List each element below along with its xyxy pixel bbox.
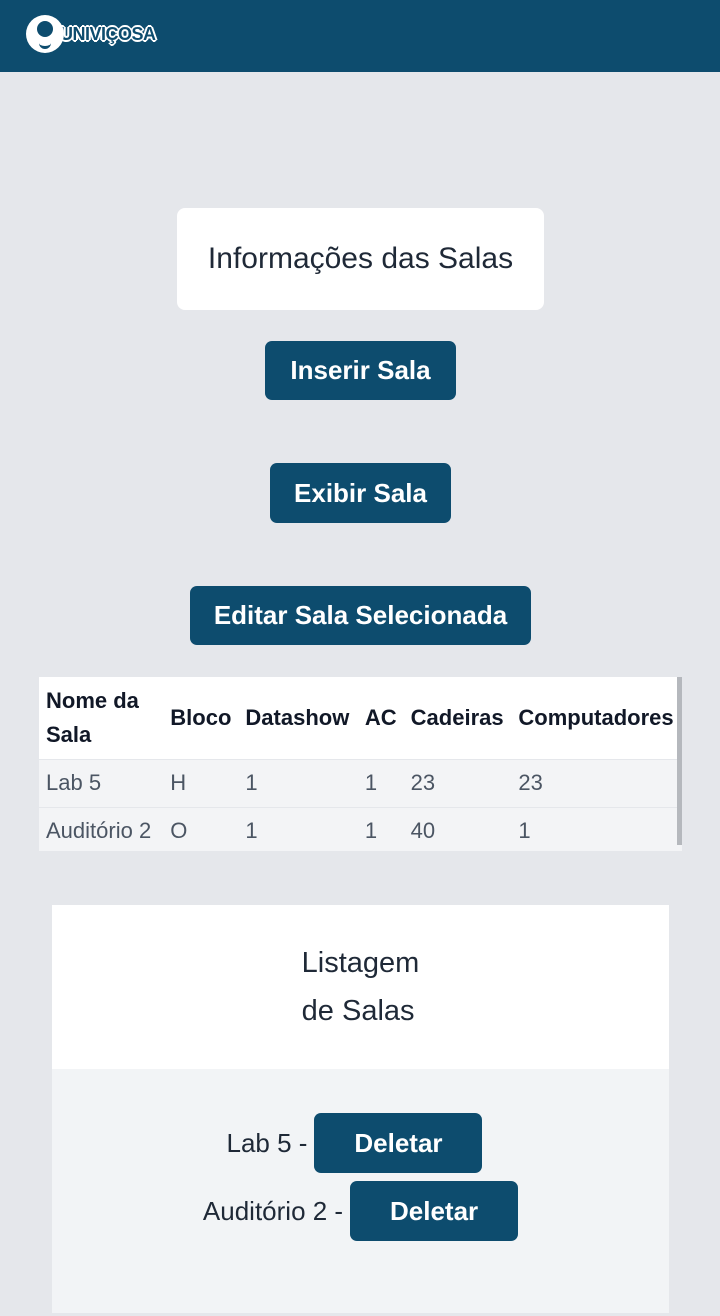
rooms-table: Nome da Sala Bloco Datashow AC Cadeiras … (39, 677, 682, 851)
rooms-listing-card: Listagem de Salas Lab 5 - Deletar Auditó… (52, 905, 669, 1313)
table-cell: 23 (403, 758, 512, 807)
table-cell: 23 (511, 758, 682, 807)
list-item-label: Lab 5 - (226, 1127, 308, 1158)
table-cell: 1 (238, 806, 358, 851)
table-cell: 1 (357, 806, 404, 851)
listing-title-line: de Salas (301, 995, 415, 1027)
top-navbar: UNIVIÇOSA (0, 0, 720, 72)
table-cell: Auditório 2 (39, 806, 164, 851)
column-header-name: Nome da Sala (39, 677, 164, 759)
list-item: Auditório 2 - Deletar (52, 1181, 669, 1241)
column-header-computers: Computadores (511, 677, 682, 759)
show-room-button[interactable]: Exibir Sala (270, 463, 451, 523)
column-header-chairs: Cadeiras (403, 677, 512, 759)
rooms-table-container: Nome da Sala Bloco Datashow AC Cadeiras … (39, 677, 682, 851)
table-cell: H (163, 758, 239, 807)
list-item: Lab 5 - Deletar (52, 1113, 669, 1173)
page-title: Informações das Salas (177, 208, 544, 310)
table-scrollbar[interactable] (677, 677, 682, 845)
logo-emblem-icon (26, 15, 64, 53)
table-cell: Lab 5 (39, 758, 164, 807)
column-header-datashow: Datashow (238, 677, 358, 759)
listing-title-line: Listagem (301, 947, 420, 979)
listing-title: Listagem de Salas (302, 939, 420, 1035)
table-row[interactable]: Lab 5 H 1 1 23 23 (39, 758, 682, 807)
univicosa-logo[interactable]: UNIVIÇOSA (26, 13, 156, 55)
delete-button[interactable]: Deletar (350, 1181, 519, 1241)
delete-button[interactable]: Deletar (314, 1113, 483, 1173)
table-header-row: Nome da Sala Bloco Datashow AC Cadeiras … (39, 677, 682, 759)
listing-header: Listagem de Salas (52, 905, 669, 1069)
logo-text: UNIVIÇOSA (60, 23, 156, 44)
list-item-label: Auditório 2 - (202, 1195, 344, 1226)
table-cell: 1 (511, 806, 682, 851)
table-cell: 1 (357, 758, 404, 807)
edit-selected-room-button[interactable]: Editar Sala Selecionada (190, 586, 531, 645)
table-cell: O (163, 806, 239, 851)
insert-room-button[interactable]: Inserir Sala (265, 341, 456, 400)
table-row[interactable]: Auditório 2 O 1 1 40 1 (39, 806, 682, 851)
listing-body: Lab 5 - Deletar Auditório 2 - Deletar (52, 1069, 669, 1313)
table-cell: 1 (238, 758, 358, 807)
column-header-block: Bloco (163, 677, 239, 759)
table-cell: 40 (403, 806, 512, 851)
column-header-ac: AC (357, 677, 404, 759)
